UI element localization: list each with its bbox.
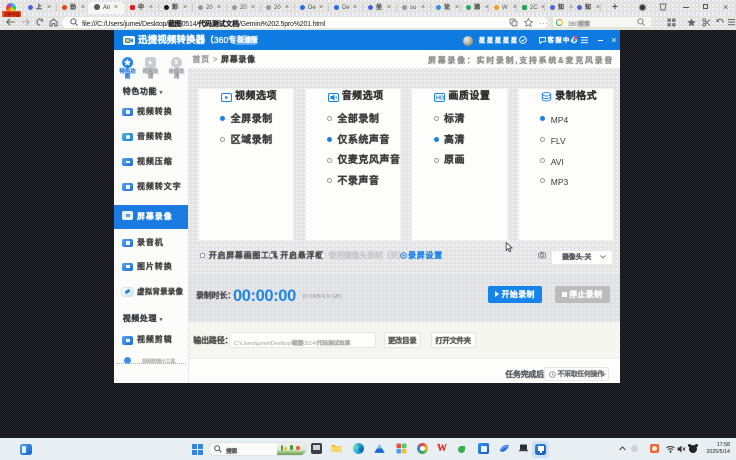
svg-text:HD: HD	[436, 95, 444, 101]
